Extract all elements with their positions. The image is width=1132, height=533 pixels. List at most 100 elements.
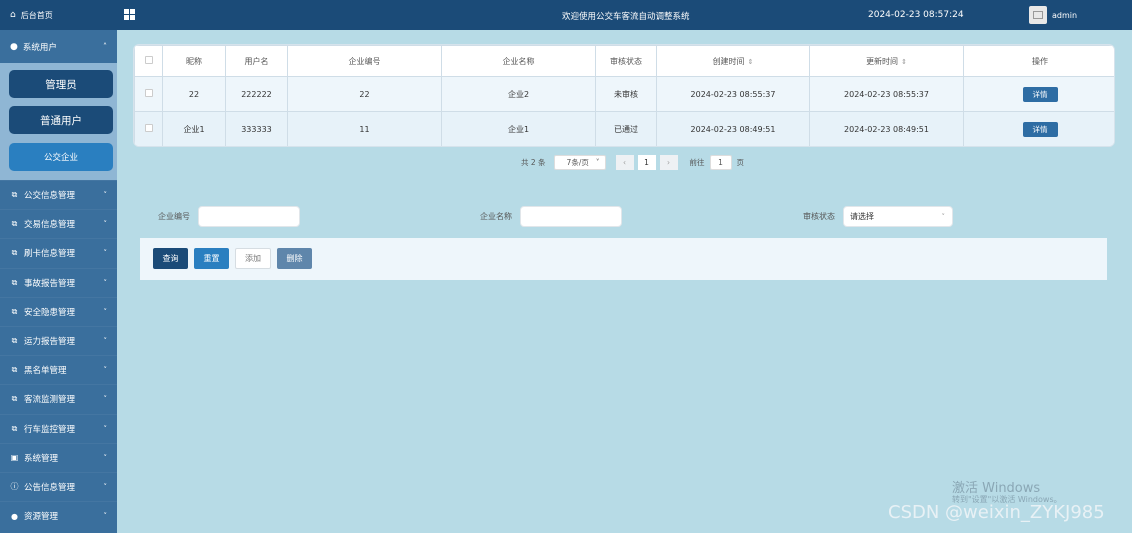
sidebar-item-normal-user[interactable]: 普通用户 (9, 106, 113, 134)
sidebar-submenu: 管理员 普通用户 公交企业 (0, 63, 117, 180)
sidebar-item-label: 公交信息管理 (24, 191, 76, 202)
cell-nickname: 22 (162, 76, 226, 112)
status-select[interactable]: 请选择 ˅ (843, 206, 953, 227)
pagination-total: 共 2 条 (521, 158, 546, 167)
status-label: 审核状态 (803, 212, 835, 221)
location-icon: ● (11, 511, 18, 521)
code-label: 企业编号 (158, 212, 190, 221)
delete-button[interactable]: 删除 (277, 248, 312, 269)
sidebar-item-label: 公告信息管理 (24, 482, 76, 493)
chevron-down-icon: ˅ (595, 158, 600, 167)
sidebar-item-label: 行车监控管理 (24, 424, 76, 435)
row-select-cell[interactable] (134, 111, 163, 146)
status-select-placeholder: 请选择 (850, 212, 874, 221)
external-link-icon: ⧉ (11, 306, 18, 316)
cell-created: 2024-02-23 08:49:51 (656, 111, 810, 146)
table-header-row: 昵称 用户名 企业编号 企业名称 审核状态 创建时间 ⇕ 更新时间 ⇕ 操作 (134, 45, 1114, 77)
sidebar-item-transaction[interactable]: ⧉ 交易信息管理 ˅ (0, 209, 117, 238)
sidebar-item-label: 黑名单管理 (24, 366, 67, 377)
chevron-down-icon: ˅ (103, 337, 108, 346)
query-button[interactable]: 查询 (153, 248, 188, 269)
chevron-down-icon: ˅ (103, 249, 108, 258)
sidebar-item-system[interactable]: ▣ 系统管理 ˅ (0, 442, 117, 472)
chevron-down-icon: ˅ (103, 191, 108, 200)
sidebar-item-blacklist[interactable]: ⧉ 黑名单管理 ˅ (0, 355, 117, 384)
cell-name: 企业1 (441, 111, 596, 146)
sidebar-item-label: 客流监测管理 (24, 395, 76, 406)
sidebar-item-safety[interactable]: ⧉ 安全隐患管理 ˅ (0, 296, 117, 326)
sort-icon[interactable]: ⇕ (748, 58, 754, 66)
chevron-down-icon: ˅ (103, 278, 108, 287)
cell-code: 11 (287, 111, 442, 146)
info-icon: ⓘ (10, 482, 19, 492)
page-suffix: 页 (736, 158, 745, 167)
cell-name: 企业2 (441, 76, 596, 112)
sidebar-item-resource[interactable]: ● 资源管理 ˅ (0, 501, 117, 530)
sidebar-item-admin[interactable]: 管理员 (9, 70, 113, 98)
cell-username: 333333 (225, 111, 288, 146)
top-header: 欢迎使用公交车客流自动调整系统 2024-02-23 08:57:24 admi… (117, 0, 1132, 30)
page-number[interactable]: 1 (637, 155, 656, 170)
next-page-button[interactable]: › (659, 155, 678, 170)
sidebar-item-passenger-flow[interactable]: ⧉ 客流监测管理 ˅ (0, 384, 117, 413)
sidebar-group-label: 系统用户 (22, 42, 57, 53)
row-checkbox[interactable] (144, 124, 153, 132)
sidebar-item-label: 资源管理 (24, 512, 59, 523)
sidebar-group-system-users[interactable]: ● 系统用户 ˄ (0, 30, 117, 63)
sidebar-item-label: 刷卡信息管理 (24, 249, 76, 260)
page-size-value: 7条/页 (566, 158, 589, 167)
header-username[interactable]: admin (1052, 11, 1077, 20)
code-input[interactable] (198, 206, 300, 227)
cell-nickname: 企业1 (162, 111, 226, 146)
reset-button[interactable]: 重置 (194, 248, 229, 269)
column-header-created[interactable]: 创建时间 ⇕ (656, 45, 810, 77)
action-bar: 查询 重置 添加 删除 (140, 238, 1107, 280)
avatar[interactable] (1029, 6, 1047, 24)
name-input[interactable] (520, 206, 622, 227)
detail-button[interactable]: 详情 (1022, 86, 1058, 102)
goto-page-input[interactable]: 1 (709, 155, 732, 170)
sidebar-home[interactable]: ⌂ 后台首页 (0, 0, 117, 30)
sort-icon[interactable]: ⇕ (901, 58, 907, 66)
goto-label: 前往 (689, 158, 705, 167)
cell-username: 222222 (225, 76, 288, 112)
column-header-name: 企业名称 (441, 45, 596, 77)
sidebar-item-label: 事故报告管理 (24, 278, 76, 289)
chevron-down-icon: ˅ (103, 512, 108, 521)
column-header-code: 企业编号 (287, 45, 442, 77)
detail-button[interactable]: 详情 (1022, 121, 1058, 137)
sidebar-home-label: 后台首页 (20, 10, 53, 20)
cell-action: 详情 (963, 111, 1114, 146)
sidebar-item-bus-company[interactable]: 公交企业 (9, 143, 113, 171)
external-link-icon: ⧉ (11, 336, 18, 346)
external-link-icon: ⧉ (11, 423, 18, 433)
sidebar: ⌂ 后台首页 ● 系统用户 ˄ 管理员 普通用户 公交企业 ⧉ 公交信息管理 ˅ ⧉… (0, 0, 117, 533)
column-header-action: 操作 (963, 45, 1114, 77)
add-button[interactable]: 添加 (235, 248, 271, 269)
prev-page-button[interactable]: ‹ (615, 155, 634, 170)
column-header-label: 创建时间 (712, 56, 745, 66)
page-size-select[interactable]: 7条/页 ˅ (553, 155, 606, 170)
sidebar-item-accident[interactable]: ⧉ 事故报告管理 ˅ (0, 267, 117, 297)
cell-status: 已通过 (595, 111, 657, 146)
chevron-down-icon: ˅ (103, 395, 108, 404)
cell-updated: 2024-02-23 08:49:51 (809, 111, 964, 146)
home-icon: ⌂ (10, 10, 16, 20)
pagination: 共 2 条 7条/页 ˅ ‹ 1 › 前往 1 页 (521, 155, 744, 170)
sidebar-item-driving-monitor[interactable]: ⧉ 行车监控管理 ˅ (0, 413, 117, 443)
sidebar-item-bus-info[interactable]: ⧉ 公交信息管理 ˅ (0, 180, 117, 209)
csdn-watermark: CSDN @weixin_ZYKJ985 (888, 502, 1105, 523)
row-checkbox[interactable] (144, 89, 153, 97)
column-header-updated[interactable]: 更新时间 ⇕ (809, 45, 964, 77)
external-link-icon: ⧉ (11, 277, 18, 287)
grid-menu-icon[interactable] (124, 9, 135, 20)
page-title: 欢迎使用公交车客流自动调整系统 (562, 12, 690, 22)
external-link-icon: ⧉ (11, 219, 18, 229)
sidebar-item-card[interactable]: ⧉ 刷卡信息管理 ˅ (0, 238, 117, 267)
select-all-checkbox[interactable] (144, 56, 153, 64)
sidebar-item-capacity[interactable]: ⧉ 运力报告管理 ˅ (0, 325, 117, 355)
select-all-cell[interactable] (134, 45, 163, 77)
chevron-down-icon: ˅ (103, 453, 108, 462)
sidebar-item-notice[interactable]: ⓘ 公告信息管理 ˅ (0, 471, 117, 501)
row-select-cell[interactable] (134, 76, 163, 112)
